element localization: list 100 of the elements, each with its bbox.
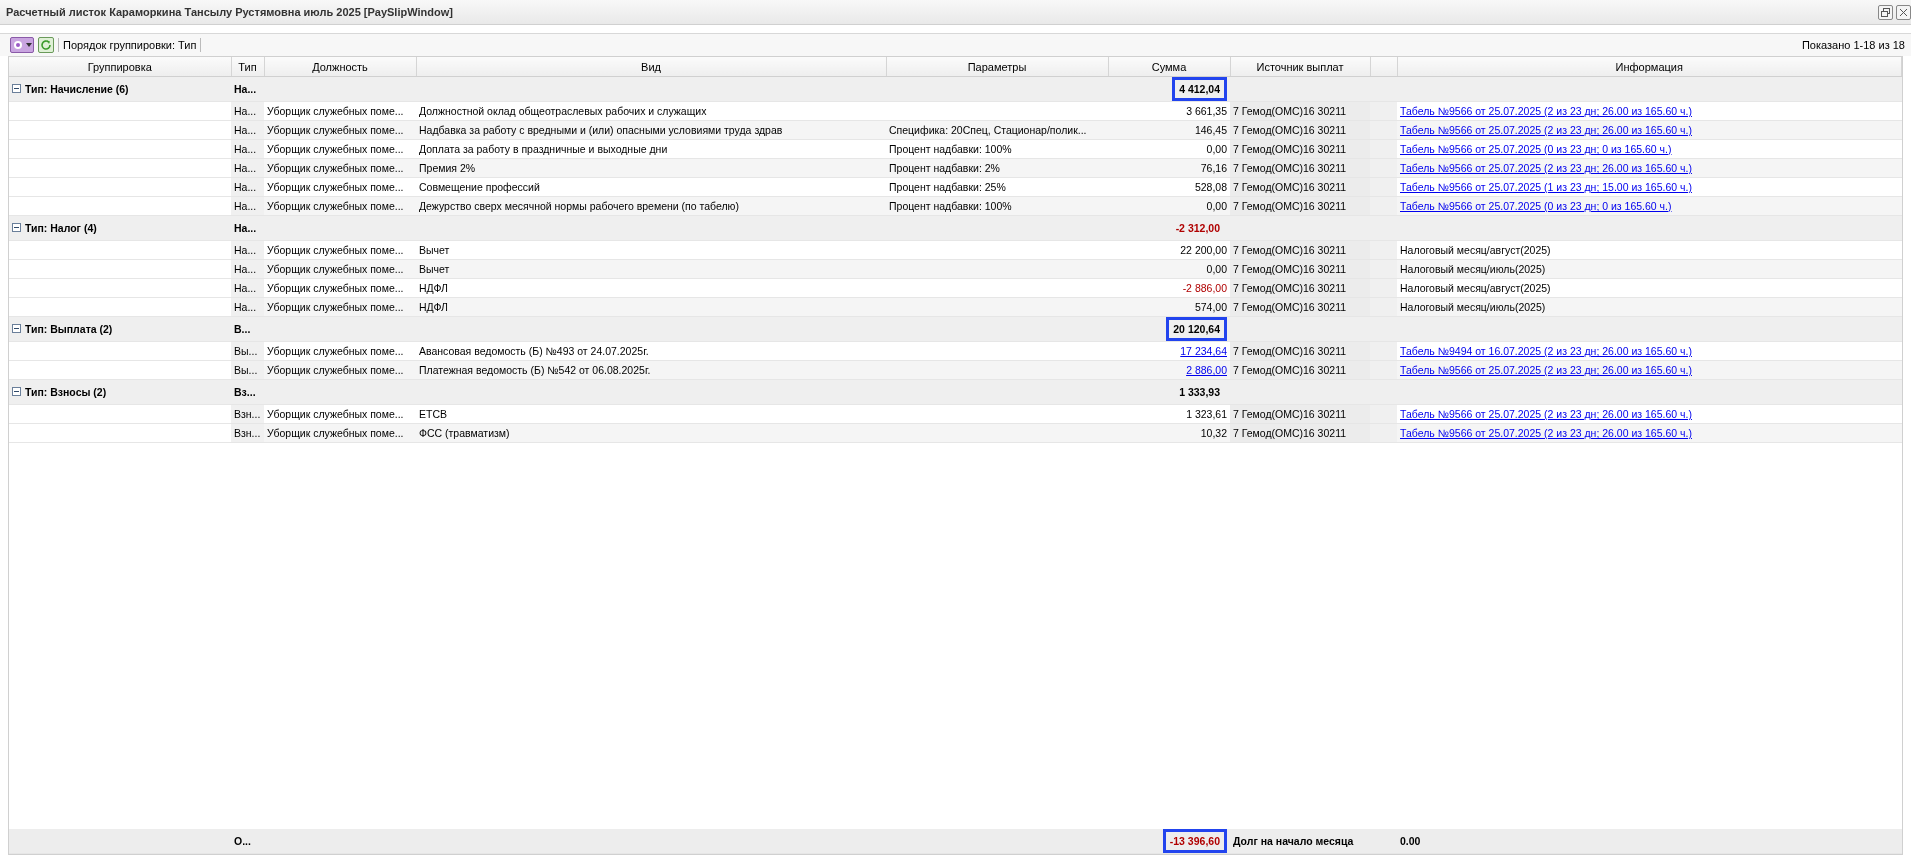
collapse-icon[interactable] bbox=[12, 324, 21, 334]
timesheet-link[interactable]: Табель №9566 от 25.07.2025 (0 из 23 дн; 0 из 165.60 ч.) bbox=[1400, 143, 1672, 155]
kind-text: Премия 2% bbox=[419, 162, 476, 174]
group-total: 1 333,93 bbox=[1178, 385, 1221, 400]
info-text: Налоговый месяц/август(2025) bbox=[1400, 282, 1551, 294]
type-text: На... bbox=[234, 222, 257, 234]
collapse-icon[interactable] bbox=[12, 387, 21, 397]
kind-text: Вычет bbox=[419, 244, 450, 256]
amount-text: 10,32 bbox=[1200, 427, 1227, 439]
position-text: Уборщик служебных поме... bbox=[267, 282, 404, 294]
amount-text: 0,00 bbox=[1206, 200, 1227, 212]
column-header[interactable]: Тип bbox=[231, 57, 264, 77]
type-text: Вз... bbox=[234, 386, 256, 398]
footer-label: Долг на начало месяца bbox=[1233, 835, 1354, 847]
group-total: 4 412,04 bbox=[1172, 77, 1227, 101]
kind-text: Платежная ведомость (Б) №542 от 06.08.2025г. bbox=[419, 364, 651, 376]
position-text: Уборщик служебных поме... bbox=[267, 105, 404, 117]
collapse-icon[interactable] bbox=[12, 84, 21, 94]
timesheet-link[interactable]: Табель №9566 от 25.07.2025 (2 из 23 дн; 26.00 из 165.60 ч.) bbox=[1400, 105, 1692, 117]
amount-text: -2 886,00 bbox=[1182, 282, 1227, 294]
timesheet-link[interactable]: Табель №9566 от 25.07.2025 (0 из 23 дн; 0 из 165.60 ч.) bbox=[1400, 200, 1672, 212]
type-text: Вы... bbox=[234, 345, 258, 357]
position-text: Уборщик служебных поме... bbox=[267, 408, 404, 420]
amount-text: 0,00 bbox=[1206, 263, 1227, 275]
parameters-text: Специфика: 20Спец, Стационар/полик... bbox=[889, 124, 1087, 136]
column-header[interactable]: Источник выплат bbox=[1230, 57, 1370, 77]
position-text: Уборщик служебных поме... bbox=[267, 427, 404, 439]
group-total: 20 120,64 bbox=[1166, 317, 1227, 341]
footer-type-text: О... bbox=[234, 835, 251, 847]
parameters-text: Процент надбавки: 25% bbox=[889, 181, 1006, 193]
type-text: На... bbox=[234, 124, 257, 136]
restore-button[interactable] bbox=[1878, 4, 1893, 20]
group-label[interactable]: Тип: Налог (4) bbox=[12, 221, 97, 234]
kind-text: Должностной оклад общеотраслевых рабочих и служащих bbox=[419, 105, 707, 117]
kind-text: ФСС (травматизм) bbox=[419, 427, 510, 439]
source-text: 7 Гемод(ОМС)16 30211 bbox=[1233, 124, 1347, 136]
group-label[interactable]: Тип: Взносы (2) bbox=[12, 385, 107, 398]
gear-icon bbox=[12, 39, 24, 51]
column-header[interactable]: Информация bbox=[1397, 57, 1902, 77]
type-text: Взн... bbox=[234, 427, 261, 439]
type-text: На... bbox=[234, 162, 257, 174]
timesheet-link[interactable]: Табель №9566 от 25.07.2025 (1 из 23 дн; 15.00 из 165.60 ч.) bbox=[1400, 181, 1692, 193]
timesheet-link[interactable]: Табель №9566 от 25.07.2025 (2 из 23 дн; 26.00 из 165.60 ч.) bbox=[1400, 408, 1692, 420]
window-title: Расчетный листок Караморкина Тансылу Рустямовна июль 2025 [PaySlipWindow] bbox=[6, 6, 453, 18]
kind-text: Надбавка за работу с вредными и (или) опасными условиями труда здрав bbox=[419, 124, 783, 136]
position-text: Уборщик служебных поме... bbox=[267, 244, 404, 256]
position-text: Уборщик служебных поме... bbox=[267, 345, 404, 357]
actions-menu-button[interactable] bbox=[10, 37, 34, 53]
column-header[interactable]: Сумма bbox=[1108, 57, 1230, 77]
kind-text: Дежурство сверх месячной нормы рабочего времени (по табелю) bbox=[419, 200, 739, 212]
info-text: Налоговый месяц/август(2025) bbox=[1400, 244, 1551, 256]
group-label[interactable]: Тип: Выплата (2) bbox=[12, 322, 113, 335]
amount-text: 22 200,00 bbox=[1180, 244, 1227, 256]
footer-total: -13 396,60 bbox=[1162, 829, 1227, 853]
parameters-text: Процент надбавки: 100% bbox=[889, 143, 1012, 155]
column-header[interactable]: Параметры bbox=[886, 57, 1108, 77]
type-text: В... bbox=[234, 323, 251, 335]
type-text: На... bbox=[234, 244, 257, 256]
timesheet-link[interactable]: Табель №9566 от 25.07.2025 (2 из 23 дн; 26.00 из 165.60 ч.) bbox=[1400, 427, 1692, 439]
parameters-text: Процент надбавки: 100% bbox=[889, 200, 1012, 212]
collapse-icon[interactable] bbox=[12, 223, 21, 233]
close-icon bbox=[1899, 7, 1908, 17]
close-button[interactable] bbox=[1896, 4, 1911, 20]
grouping-order-label: Порядок группировки: Тип bbox=[63, 39, 197, 51]
timesheet-link[interactable]: Табель №9566 от 25.07.2025 (2 из 23 дн; 26.00 из 165.60 ч.) bbox=[1400, 124, 1692, 136]
source-text: 7 Гемод(ОМС)16 30211 bbox=[1233, 162, 1347, 174]
group-label[interactable]: Тип: Начисление (6) bbox=[12, 82, 129, 95]
type-text: На... bbox=[234, 143, 257, 155]
source-text: 7 Гемод(ОМС)16 30211 bbox=[1233, 244, 1347, 256]
caret-icon bbox=[26, 43, 32, 47]
kind-text: Доплата за работу в праздничные и выходные дни bbox=[419, 143, 668, 155]
timesheet-link[interactable]: Табель №9566 от 25.07.2025 (2 из 23 дн; 26.00 из 165.60 ч.) bbox=[1400, 364, 1692, 376]
refresh-button[interactable] bbox=[38, 37, 54, 53]
column-header[interactable]: Вид bbox=[416, 57, 886, 77]
position-text: Уборщик служебных поме... bbox=[267, 124, 404, 136]
column-header[interactable]: Группировка bbox=[9, 57, 231, 77]
type-text: Взн... bbox=[234, 408, 261, 420]
source-text: 7 Гемод(ОМС)16 30211 bbox=[1233, 364, 1347, 376]
timesheet-link[interactable]: Табель №9566 от 25.07.2025 (2 из 23 дн; 26.00 из 165.60 ч.) bbox=[1400, 162, 1692, 174]
amount-text: 3 661,35 bbox=[1186, 105, 1227, 117]
amount-link[interactable]: 2 886,00 bbox=[1186, 364, 1227, 376]
amount-text: 76,16 bbox=[1200, 162, 1227, 174]
source-text: 7 Гемод(ОМС)16 30211 bbox=[1233, 427, 1347, 439]
source-text: 7 Гемод(ОМС)16 30211 bbox=[1233, 181, 1347, 193]
type-text: Вы... bbox=[234, 364, 258, 376]
source-text: 7 Гемод(ОМС)16 30211 bbox=[1233, 301, 1347, 313]
source-text: 7 Гемод(ОМС)16 30211 bbox=[1233, 200, 1347, 212]
source-text: 7 Гемод(ОМС)16 30211 bbox=[1233, 345, 1347, 357]
source-text: 7 Гемод(ОМС)16 30211 bbox=[1233, 263, 1347, 275]
source-text: 7 Гемод(ОМС)16 30211 bbox=[1233, 282, 1347, 294]
amount-link[interactable]: 17 234,64 bbox=[1180, 345, 1227, 357]
amount-text: 146,45 bbox=[1194, 124, 1227, 136]
type-text: На... bbox=[234, 83, 257, 95]
position-text: Уборщик служебных поме... bbox=[267, 263, 404, 275]
amount-text: 0,00 bbox=[1206, 143, 1227, 155]
footer-value: 0.00 bbox=[1400, 835, 1421, 847]
timesheet-link[interactable]: Табель №9494 от 16.07.2025 (2 из 23 дн; 26.00 из 165.60 ч.) bbox=[1400, 345, 1692, 357]
kind-text: НДФЛ bbox=[419, 301, 448, 313]
source-text: 7 Гемод(ОМС)16 30211 bbox=[1233, 408, 1347, 420]
column-header[interactable]: Должность bbox=[264, 57, 416, 77]
